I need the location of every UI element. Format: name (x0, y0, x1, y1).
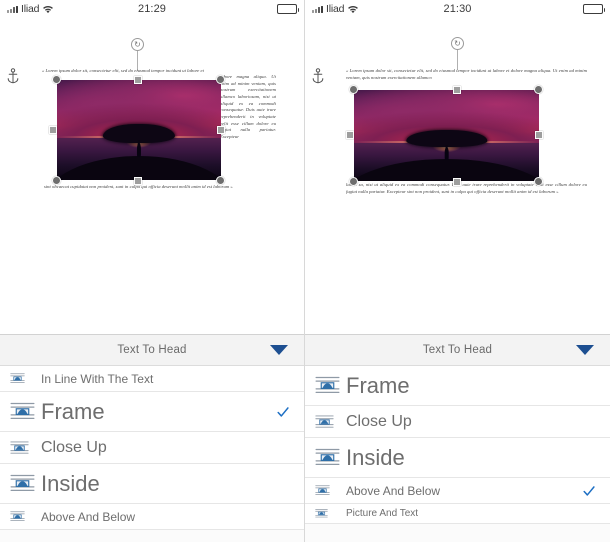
resize-handle-tc[interactable] (453, 86, 461, 94)
wrap-inside-icon (315, 447, 340, 468)
battery-icon (277, 4, 299, 14)
wrap-option-frame[interactable]: Frame (0, 392, 304, 432)
resize-handle-mr[interactable] (217, 126, 225, 134)
resize-handle-ml[interactable] (49, 126, 57, 134)
status-bar-right (583, 4, 605, 14)
phone-screen-right: Iliad 21:30 ↻ « Lorem ipsum dolor sit, c… (305, 0, 610, 542)
document-text-bottom: sint obcaecat cupidatat non proident, su… (44, 184, 233, 189)
sheet-header[interactable]: Text To Head (0, 335, 304, 366)
rotate-handle-stem (457, 49, 458, 70)
wrap-option-inside[interactable]: Inside (0, 464, 304, 504)
resize-handle-tr[interactable] (534, 85, 543, 94)
wrap-option-close-up[interactable]: Close Up (0, 432, 304, 464)
wrap-option-label: Inside (41, 470, 100, 496)
wrap-option-sheet: Text To Head In Line With The Text Frame C… (0, 334, 304, 542)
resize-handle-bc[interactable] (134, 177, 142, 185)
wrap-option-label: Frame (41, 398, 105, 424)
wrap-option-list: In Line With The Text Frame Close Up Inside… (0, 366, 304, 530)
wrap-option-picture-and-text[interactable]: Picture And Text (305, 504, 610, 524)
resize-handle-br[interactable] (216, 176, 225, 185)
selected-check-icon (582, 484, 596, 498)
wrap-option-label: Above And Below (346, 483, 441, 498)
resize-handle-mr[interactable] (535, 131, 543, 139)
inserted-image[interactable] (57, 80, 221, 180)
anchor-icon (311, 68, 325, 84)
document-text-side: labore magna aliqua. Ut enim ad minim ve… (220, 74, 276, 139)
resize-handle-tc[interactable] (134, 76, 142, 84)
resize-handle-tl[interactable] (52, 75, 61, 84)
resize-handle-bc[interactable] (453, 178, 461, 186)
rotate-handle-icon[interactable]: ↻ (131, 38, 144, 51)
wrap-option-sheet: Text To Head Frame Close Up Inside Above An… (305, 334, 610, 542)
wrap-option-above-and-below[interactable]: Above And Below (0, 504, 304, 530)
phone-screen-left: Iliad 21:29 ↻ « Lorem ipsum dolor sit, c… (0, 0, 305, 542)
resize-handle-bl[interactable] (349, 177, 358, 186)
status-bar-clock: 21:29 (137, 3, 167, 15)
dual-screenshot-comparison: Iliad 21:29 ↻ « Lorem ipsum dolor sit, c… (0, 0, 610, 542)
document-text-bottom: labor. sa, nisi ut aliquid ex ea commodi… (346, 182, 587, 194)
wrap-frame-icon (10, 401, 35, 422)
wrap-option-frame[interactable]: Frame (305, 366, 610, 406)
rotate-handle-icon[interactable]: ↻ (451, 37, 464, 50)
document-text-top: « Lorem ipsum dolor sit, consectetur eli… (346, 68, 587, 80)
status-bar: Iliad 21:29 (0, 0, 304, 18)
wrap-closeup-icon (315, 414, 337, 430)
wrap-option-label: Picture And Text (346, 508, 419, 519)
inserted-image[interactable] (354, 90, 539, 181)
wrap-option-close-up[interactable]: Close Up (305, 406, 610, 438)
wrap-closeup-icon (10, 440, 32, 456)
wrap-option-label: Above And Below (41, 509, 136, 524)
sheet-title: Text To Head (422, 344, 493, 356)
wrap-inside-icon (10, 473, 35, 494)
resize-handle-tl[interactable] (349, 85, 358, 94)
status-bar-clock: 21:30 (443, 3, 472, 15)
selected-check-icon (276, 405, 290, 419)
document-canvas[interactable]: ↻ « Lorem ipsum dolor sit, consectetur e… (0, 18, 304, 334)
wrap-option-label: Close Up (346, 412, 412, 430)
chevron-down-icon[interactable] (270, 345, 288, 355)
wrap-option-label: Close Up (41, 438, 107, 456)
document-canvas[interactable]: ↻ « Lorem ipsum dolor sit, consectetur e… (305, 18, 610, 334)
wrap-option-list: Frame Close Up Inside Above And Below Pictur… (305, 366, 610, 524)
status-bar-right (277, 4, 299, 14)
anchor-icon (6, 68, 20, 84)
wrap-option-label: Frame (346, 372, 410, 398)
wrap-pictext-icon (315, 508, 337, 519)
chevron-down-icon[interactable] (576, 345, 594, 355)
wrap-option-above-and-below[interactable]: Above And Below (305, 478, 610, 504)
wrap-frame-icon (315, 375, 340, 396)
resize-handle-br[interactable] (534, 177, 543, 186)
battery-icon (583, 4, 605, 14)
wrap-inline-icon (10, 372, 32, 385)
wrap-abovebelow-icon (315, 484, 337, 497)
status-bar: Iliad 21:30 (305, 0, 610, 18)
wrap-option-label: In Line With The Text (41, 371, 154, 386)
wrap-option-label: Inside (346, 444, 405, 470)
resize-handle-bl[interactable] (52, 176, 61, 185)
wrap-option-in-line-with-the-text[interactable]: In Line With The Text (0, 366, 304, 392)
resize-handle-ml[interactable] (346, 131, 354, 139)
wrap-option-inside[interactable]: Inside (305, 438, 610, 478)
resize-handle-tr[interactable] (216, 75, 225, 84)
sheet-title: Text To Head (117, 344, 187, 356)
wrap-abovebelow-icon (10, 510, 32, 523)
sheet-header[interactable]: Text To Head (305, 335, 610, 366)
